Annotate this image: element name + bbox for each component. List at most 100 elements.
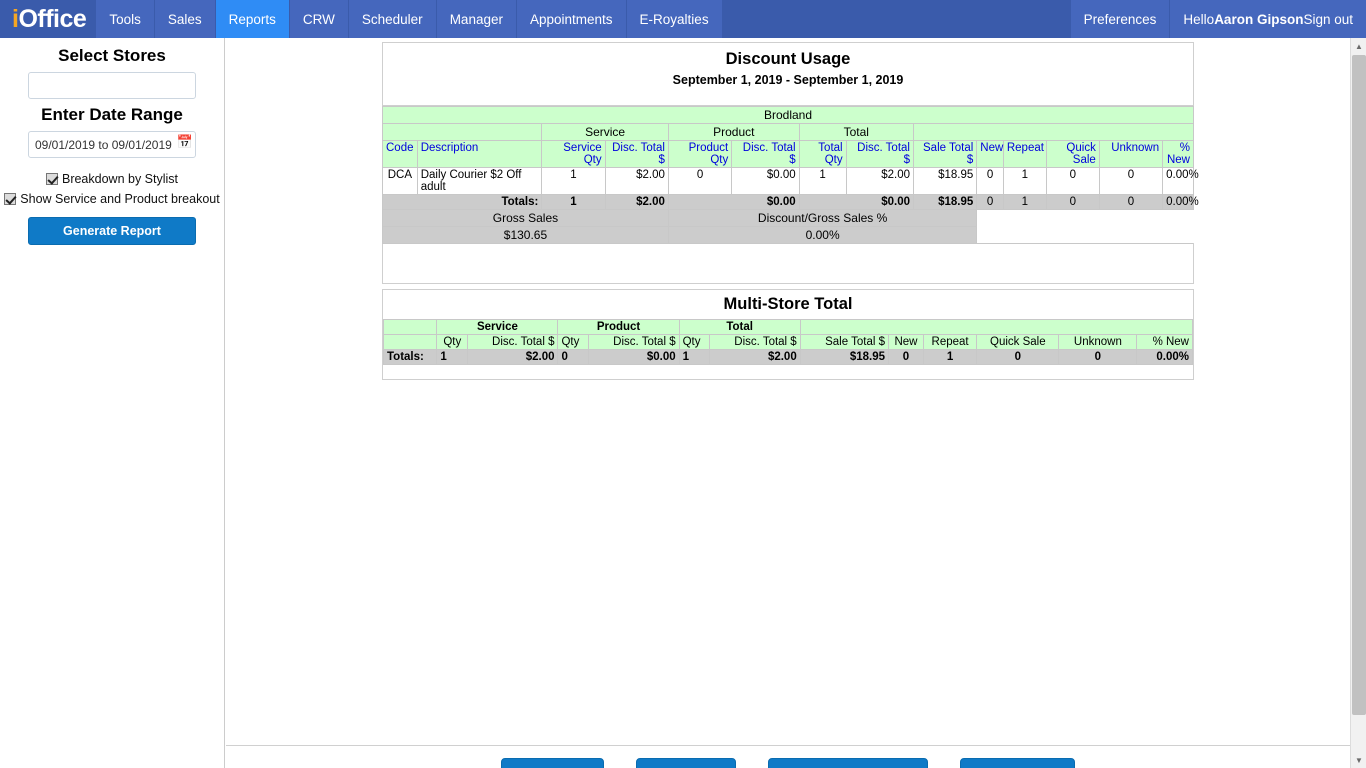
report-title: Discount Usage bbox=[725, 50, 851, 68]
user-greeting-signout[interactable]: Hello Aaron Gipson Sign out bbox=[1169, 0, 1366, 38]
ms-col-quick-sale: Quick Sale bbox=[976, 334, 1060, 350]
group-header-row: Service Product Total bbox=[381, 123, 1195, 141]
greeting-prefix: Hello bbox=[1183, 11, 1215, 27]
nav-tab-manager[interactable]: Manager bbox=[436, 0, 517, 38]
nav-tab-sales[interactable]: Sales bbox=[154, 0, 216, 38]
ms-col-total-qty: Qty bbox=[678, 334, 711, 350]
col-description: Description bbox=[416, 140, 543, 168]
report-bottom-spacer-row bbox=[382, 243, 1194, 284]
cell-product-disc: $0.00 bbox=[731, 167, 800, 195]
report-content-area: Discount Usage September 1, 2019 - Septe… bbox=[226, 38, 1350, 744]
totals-new: 0 bbox=[976, 194, 1004, 210]
cell-sale-total: $18.95 bbox=[912, 167, 978, 195]
page-scrollbar[interactable]: ▲ ▼ bbox=[1350, 38, 1366, 768]
totals-quick-sale: 0 bbox=[1045, 194, 1100, 210]
report-wrapper: Discount Usage September 1, 2019 - Septe… bbox=[381, 42, 1199, 380]
date-range-heading: Enter Date Range bbox=[41, 105, 183, 124]
generate-report-button[interactable]: Generate Report bbox=[28, 217, 196, 245]
nav-tab-crw[interactable]: CRW bbox=[289, 0, 349, 38]
ms-totals-row: Totals: 1 $2.00 0 $0.00 1 $2.00 $18.95 0… bbox=[382, 349, 1193, 365]
cell-new: 0 bbox=[976, 167, 1004, 195]
totals-repeat: 1 bbox=[1002, 194, 1047, 210]
gross-sales-value-row: $130.65 0.00% bbox=[382, 226, 1194, 244]
totals-service-disc: $2.00 bbox=[604, 194, 669, 210]
group-service: Service bbox=[541, 123, 669, 141]
cell-description: Daily Courier $2 Off adult bbox=[416, 167, 543, 195]
discount-usage-table: Brodland Service Product Total Code Desc… bbox=[381, 106, 1199, 284]
nav-tab-eroyalties[interactable]: E-Royalties bbox=[626, 0, 723, 38]
gross-sales-label-row: Gross Sales Discount/Gross Sales % bbox=[382, 209, 1194, 227]
sign-out-link[interactable]: Sign out bbox=[1303, 12, 1353, 27]
scrollbar-thumb[interactable] bbox=[1352, 55, 1366, 715]
hide-sidebar-button[interactable]: Hide Sidebar bbox=[500, 758, 605, 768]
service-product-breakout-row[interactable]: Show Service and Product breakout bbox=[0, 192, 224, 206]
ms-totals-repeat: 1 bbox=[922, 349, 978, 365]
date-range-input[interactable] bbox=[28, 131, 196, 158]
report-action-bar: Hide Sidebar Print Report Return to Repo… bbox=[226, 745, 1350, 768]
col-product-qty: Product Qty bbox=[667, 140, 733, 168]
breakdown-by-stylist-row[interactable]: Breakdown by Stylist bbox=[0, 172, 224, 186]
totals-service-qty: 1 bbox=[541, 194, 606, 210]
print-report-button[interactable]: Print Report bbox=[636, 758, 736, 768]
col-total-qty: Total Qty bbox=[798, 140, 847, 168]
store-select-input[interactable] bbox=[28, 72, 196, 99]
ms-totals-total-disc: $2.00 bbox=[709, 349, 801, 365]
totals-product-disc: $0.00 bbox=[667, 194, 800, 210]
multi-store-title: Multi-Store Total bbox=[723, 295, 853, 313]
return-to-report-menu-button[interactable]: Return to Report Menu bbox=[767, 758, 928, 768]
report-header-panel: Discount Usage September 1, 2019 - Septe… bbox=[382, 42, 1194, 106]
cell-quick-sale: 0 bbox=[1045, 167, 1100, 195]
cell-code: DCA bbox=[382, 167, 418, 195]
ms-col-service-qty: Qty bbox=[436, 334, 469, 350]
multi-store-footer-spacer bbox=[383, 365, 1193, 379]
ms-col-service-disc: Disc. Total $ bbox=[467, 334, 559, 350]
totals-label: Totals: bbox=[381, 194, 543, 210]
ms-group-blank-2 bbox=[799, 319, 1194, 335]
discount-gross-ratio-label: Discount/Gross Sales % bbox=[667, 209, 978, 227]
preferences-link[interactable]: Preferences bbox=[1069, 0, 1170, 38]
ms-totals-unknown: 0 bbox=[1058, 349, 1138, 365]
column-header-row: Code Description Service Qty Disc. Total… bbox=[382, 140, 1194, 168]
nav-tab-appointments[interactable]: Appointments bbox=[516, 0, 627, 38]
service-product-breakout-checkbox[interactable] bbox=[4, 193, 17, 205]
ms-group-service: Service bbox=[436, 319, 559, 335]
ms-col-product-disc: Disc. Total $ bbox=[588, 334, 680, 350]
nav-tab-reports[interactable]: Reports bbox=[215, 0, 290, 38]
multi-store-table: Service Product Total Qty Disc. Total $ … bbox=[382, 319, 1194, 365]
totals-total-disc: $0.00 bbox=[798, 194, 914, 210]
user-name: Aaron Gipson bbox=[1214, 11, 1304, 27]
ms-col-pct-new: % New bbox=[1136, 334, 1193, 350]
nav-tab-tools[interactable]: Tools bbox=[96, 0, 155, 38]
ms-col-blank bbox=[382, 334, 438, 350]
report-options-sidebar: Select Stores Enter Date Range 📅 Breakdo… bbox=[0, 38, 225, 768]
totals-pct-new: 0.00% bbox=[1162, 194, 1199, 210]
report-date-range: September 1, 2019 - September 1, 2019 bbox=[672, 73, 904, 87]
nav-tab-scheduler[interactable]: Scheduler bbox=[348, 0, 437, 38]
scroll-up-icon[interactable]: ▲ bbox=[1351, 38, 1366, 54]
cell-total-disc: $2.00 bbox=[845, 167, 914, 195]
totals-sale-total: $18.95 bbox=[912, 194, 978, 210]
ms-group-total: Total bbox=[678, 319, 801, 335]
ms-totals-product-qty: 0 bbox=[557, 349, 590, 365]
col-total-disc-total: Disc. Total $ bbox=[845, 140, 914, 168]
group-product: Product bbox=[667, 123, 800, 141]
ms-group-header-row: Service Product Total bbox=[382, 319, 1194, 335]
cell-repeat: 1 bbox=[1002, 167, 1047, 195]
scroll-down-icon[interactable]: ▼ bbox=[1351, 752, 1366, 768]
col-unknown: Unknown bbox=[1098, 140, 1164, 168]
breakdown-by-stylist-checkbox[interactable] bbox=[45, 173, 58, 185]
col-sale-total: Sale Total $ bbox=[912, 140, 978, 168]
ms-totals-sale-total: $18.95 bbox=[799, 349, 890, 365]
ms-totals-pct-new: 0.00% bbox=[1136, 349, 1193, 365]
ms-totals-new: 0 bbox=[888, 349, 924, 365]
download-csv-button[interactable]: Download CSV bbox=[959, 758, 1076, 768]
col-code: Code bbox=[382, 140, 418, 168]
service-product-breakout-label: Show Service and Product breakout bbox=[20, 192, 220, 206]
totals-unknown: 0 bbox=[1098, 194, 1164, 210]
ms-group-product: Product bbox=[557, 319, 680, 335]
store-name-row: Brodland bbox=[382, 106, 1194, 124]
ms-column-header-row: Qty Disc. Total $ Qty Disc. Total $ Qty … bbox=[382, 334, 1193, 350]
gross-blank-cell-2 bbox=[976, 226, 1194, 244]
cell-service-disc: $2.00 bbox=[604, 167, 669, 195]
gross-sales-value: $130.65 bbox=[382, 226, 669, 244]
